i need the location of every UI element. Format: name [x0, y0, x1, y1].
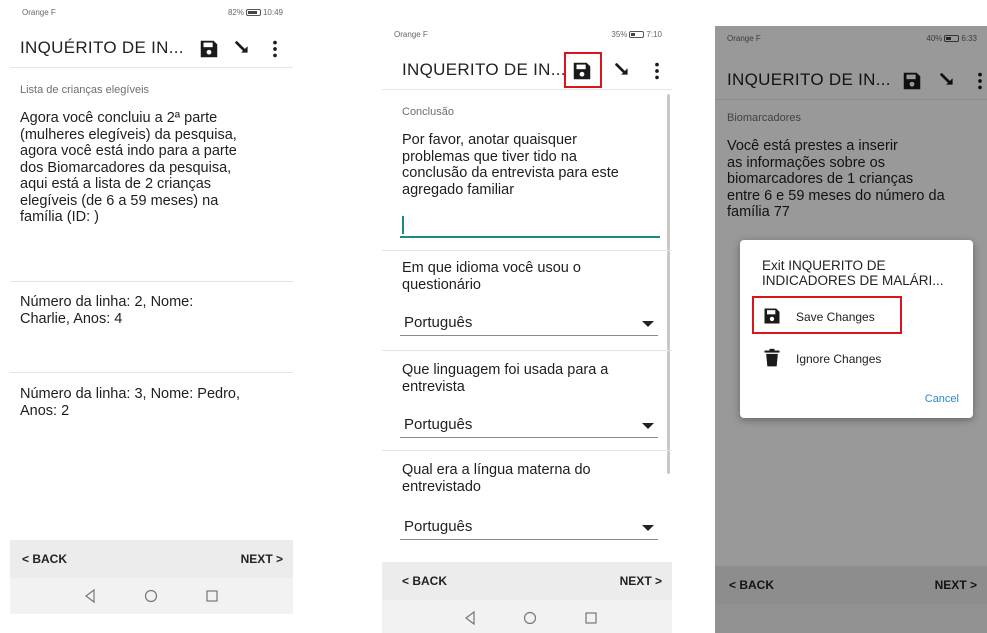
notes-input[interactable]	[400, 212, 660, 238]
battery-icon	[629, 31, 645, 38]
nav-home-icon[interactable]	[522, 610, 538, 626]
status-bar: Orange F 82% 10:49	[10, 8, 293, 24]
more-vertical-icon[interactable]	[264, 38, 286, 60]
system-nav-bar	[382, 600, 672, 633]
questionnaire-language-select[interactable]: Português	[400, 312, 658, 336]
app-bar: INQUERITO DE IN...	[382, 52, 672, 90]
dropdown-arrow-icon	[642, 321, 654, 327]
mother-tongue-select[interactable]: Português	[400, 516, 658, 540]
next-button[interactable]: NEXT >	[620, 574, 662, 588]
bottom-nav: < BACK NEXT >	[10, 540, 293, 578]
ignore-changes-button[interactable]: Ignore Changes	[762, 344, 912, 372]
interview-language-select[interactable]: Português	[400, 414, 658, 438]
clock: 10:49	[262, 8, 283, 17]
bottom-nav: < BACK NEXT >	[382, 562, 672, 600]
system-nav-bar	[10, 578, 293, 614]
page-title: INQUERITO DE IN...	[402, 60, 566, 79]
sync-arrow-icon[interactable]	[612, 60, 634, 82]
divider	[10, 372, 293, 373]
trash-icon	[762, 347, 782, 369]
section-label: Lista de crianças elegíveis	[20, 84, 150, 96]
exit-dialog: Exit INQUERITO DE INDICADORES DE MALÁRI.…	[740, 240, 973, 418]
phone-screen-1: Orange F 82% 10:49 INQUÉRITO DE IN... Lis…	[10, 0, 293, 633]
prompt-text: Por favor, anotar quaisquer problemas qu…	[402, 132, 619, 198]
dropdown-arrow-icon	[642, 525, 654, 531]
clock: 7:10	[646, 30, 662, 39]
phone-screen-2: Orange F 35% 7:10 INQUERITO DE IN... Conc…	[382, 22, 672, 633]
sync-arrow-icon[interactable]	[232, 38, 254, 60]
text-cursor	[402, 216, 404, 234]
cancel-button[interactable]: Cancel	[925, 393, 959, 405]
status-bar: Orange F 35% 7:10	[382, 30, 672, 46]
divider	[382, 250, 672, 251]
nav-back-icon[interactable]	[82, 588, 98, 604]
battery-icon	[245, 9, 261, 16]
divider	[382, 450, 672, 451]
back-button[interactable]: < BACK	[22, 552, 67, 566]
nav-recents-icon[interactable]	[583, 610, 599, 626]
question-label: Qual era a língua materna do entrevistad…	[402, 462, 591, 495]
next-button[interactable]: NEXT >	[241, 552, 283, 566]
divider	[382, 350, 672, 351]
nav-recents-icon[interactable]	[204, 588, 220, 604]
save-icon[interactable]	[198, 38, 220, 60]
nav-home-icon[interactable]	[143, 588, 159, 604]
list-item[interactable]: Número da linha: 2, Nome: Charlie, Anos:…	[20, 294, 290, 327]
page-title: INQUÉRITO DE IN...	[20, 38, 184, 57]
divider	[10, 281, 293, 282]
battery-percent: 82%	[227, 8, 244, 17]
dropdown-arrow-icon	[642, 423, 654, 429]
intro-text: Agora você concluiu a 2ª parte (mulheres…	[20, 110, 237, 225]
section-label: Conclusão	[402, 106, 454, 118]
carrier-label: Orange F	[394, 30, 428, 39]
question-label: Em que idioma você usou o questionário	[402, 260, 581, 293]
more-vertical-icon[interactable]	[646, 60, 668, 82]
nav-back-icon[interactable]	[462, 610, 478, 626]
battery-percent: 35%	[611, 30, 628, 39]
question-label: Que linguagem foi usada para a entrevist…	[402, 362, 609, 395]
back-button[interactable]: < BACK	[402, 574, 447, 588]
carrier-label: Orange F	[22, 8, 56, 17]
list-item[interactable]: Número da linha: 3, Nome: Pedro, Anos: 2	[20, 386, 290, 419]
dialog-title: Exit INQUERITO DE INDICADORES DE MALÁRI.…	[762, 258, 944, 288]
phone-screen-3: Orange F 40% 6:33 INQUERITO DE IN... Biom…	[715, 26, 987, 633]
highlight-box	[564, 52, 602, 88]
app-bar: INQUÉRITO DE IN...	[10, 30, 293, 68]
highlight-box	[752, 296, 902, 334]
